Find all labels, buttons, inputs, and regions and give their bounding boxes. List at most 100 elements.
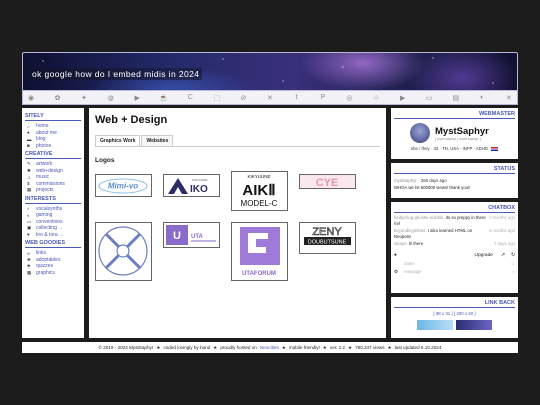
sidebar-section-title: SITELY bbox=[25, 113, 81, 121]
logo-uta-forum-text: UTAFORUM bbox=[242, 271, 276, 277]
svg-text:DOUBUTSUNE: DOUBUTSUNE bbox=[308, 240, 347, 246]
status-header: STATUS bbox=[394, 166, 515, 174]
name-input[interactable]: name bbox=[404, 261, 511, 266]
logo-mimi-vo-text: Mimi-vo bbox=[108, 182, 138, 191]
camera-icon: ◙ bbox=[27, 143, 30, 149]
logo-kikyuune-aiko-model-c[interactable]: KIKYUUNE AIKⅡ MODEL-C bbox=[231, 171, 288, 211]
sidebar-nav: SITELY ⌂ home ● about me ▬ blog ◙ photos CREATIVE… bbox=[22, 108, 84, 338]
d-icon[interactable]: ◐ bbox=[476, 93, 488, 103]
send-icon[interactable]: ○ bbox=[512, 269, 515, 274]
tab-websites[interactable]: Websites bbox=[141, 135, 174, 146]
logo-kikyuune-aiko[interactable]: IKO KIKYUUNE bbox=[163, 174, 220, 197]
logo-uta-forum[interactable]: UTAFORUM bbox=[231, 222, 288, 281]
linkback-sizes[interactable]: [ 88 x 31 ] [ 200 x 40 ] bbox=[394, 311, 515, 316]
tumblr-icon[interactable]: t bbox=[290, 93, 302, 103]
sidebar-item-label[interactable]: gaming bbox=[36, 212, 52, 218]
neocities-link[interactable]: Neocities bbox=[260, 345, 279, 350]
chat-time: 6 months ago bbox=[488, 228, 515, 233]
butterfly-icon[interactable]: ✿ bbox=[52, 93, 64, 103]
section-title-logos: Logos bbox=[95, 157, 115, 164]
button-88x31[interactable] bbox=[417, 320, 453, 330]
aiko-model-c-logo-image: KIKYUUNE AIKⅡ MODEL-C bbox=[241, 174, 278, 208]
logo-circle-emblem[interactable] bbox=[95, 222, 152, 281]
sidebar-item-label[interactable]: music bbox=[36, 174, 49, 180]
tv-icon[interactable]: ▭ bbox=[423, 93, 435, 103]
chat-time: 2 months ago bbox=[488, 215, 515, 220]
status-text: WHOA we hit 600000 views! thank you!! bbox=[394, 185, 471, 190]
x-icon[interactable]: ✕ bbox=[264, 93, 276, 103]
twitch-icon[interactable]: ▶ bbox=[131, 93, 143, 103]
svg-text:KIKYUUNE: KIKYUUNE bbox=[247, 174, 270, 179]
github-icon[interactable]: ◎ bbox=[344, 93, 356, 103]
gear-icon[interactable]: ⚙ bbox=[394, 269, 404, 275]
sidebar-item-label[interactable]: adoptables bbox=[36, 257, 60, 263]
x-close-icon[interactable]: ✕ bbox=[503, 93, 515, 103]
sidebar-item-label[interactable]: collecting → bbox=[36, 225, 63, 231]
sidebar-item-label[interactable]: quizzes bbox=[36, 263, 53, 269]
linkback-header: LINK BACK bbox=[394, 300, 515, 308]
sidebar-item-photos[interactable]: ◙ photos bbox=[25, 143, 81, 150]
logo-mimi-vo[interactable]: Mimi-vo bbox=[95, 174, 152, 197]
c-icon[interactable]: C bbox=[184, 93, 196, 103]
sidebar-item-label[interactable]: photos bbox=[36, 143, 51, 149]
webmaster-panel: WEBMASTER MystSaphyr [ myst saphyr | mys… bbox=[391, 108, 518, 159]
upgrade-button[interactable]: Upgrade bbox=[475, 253, 493, 258]
ticket-icon: ▭ bbox=[27, 218, 32, 224]
status-time: 266 days ago bbox=[420, 178, 447, 183]
circle-slash-icon[interactable]: ⊘ bbox=[237, 93, 249, 103]
message-input[interactable]: message bbox=[404, 269, 512, 274]
sidebar-item-label[interactable]: vocalsynths bbox=[36, 206, 62, 212]
sidebar-item-label[interactable]: blog bbox=[36, 136, 45, 142]
sidebar-item-label[interactable]: projects bbox=[36, 187, 54, 193]
kofi-icon[interactable]: ☕ bbox=[158, 93, 170, 103]
card-icon[interactable]: ▤ bbox=[450, 93, 462, 103]
youtube-icon[interactable]: ▶ bbox=[397, 93, 409, 103]
logo-cye[interactable]: CYE bbox=[299, 174, 356, 189]
star-icon: ★ bbox=[348, 344, 353, 350]
smiley-icon[interactable]: ☺ bbox=[511, 261, 515, 266]
sidebar-item-label[interactable]: artwork bbox=[36, 161, 52, 167]
webmaster-name: MystSaphyr bbox=[435, 125, 489, 137]
page-title: Web + Design bbox=[95, 114, 168, 126]
footer-hosted: proudly hosted on bbox=[220, 345, 257, 350]
p-icon[interactable]: P bbox=[317, 93, 329, 103]
sidebar-section-title: CREATIVE bbox=[25, 151, 81, 159]
sidebar-item-projects[interactable]: ▦ projects bbox=[25, 187, 81, 194]
mastodon-icon[interactable]: ◍ bbox=[105, 93, 117, 103]
zeny-doubutsune-logo-image: ZENY DOUBUTSUNE bbox=[304, 226, 351, 246]
chat-user: hedgehog-ghostie-wobble: bbox=[394, 215, 445, 220]
crop-icon[interactable]: ⬚ bbox=[211, 93, 223, 103]
webmaster-header: WEBMASTER bbox=[394, 111, 515, 119]
tab-graphics-work[interactable]: Graphics Work bbox=[95, 135, 141, 146]
svg-text:KIKYUUNE: KIKYUUNE bbox=[192, 178, 207, 182]
webmaster-meta: she / they · 33 · TN, USA · INFP · ADHD bbox=[411, 146, 488, 151]
home-icon[interactable]: ⌂ bbox=[370, 93, 382, 103]
star-icon: ★ bbox=[281, 344, 286, 350]
chat-time: 7 days ago bbox=[493, 241, 515, 246]
external-link-icon[interactable]: ⇗ bbox=[501, 253, 505, 258]
paw-icon: ❀ bbox=[27, 256, 31, 262]
sidebar-item-label[interactable]: kro & tora → bbox=[36, 232, 64, 238]
sidebar-item-graphics[interactable]: ▩ graphics bbox=[25, 270, 81, 277]
chat-message: 6 months ago beyondingletttos: I also lea… bbox=[394, 228, 515, 239]
sidebar-item-label[interactable]: conventions bbox=[36, 219, 63, 225]
reddit-icon[interactable]: ◉ bbox=[25, 93, 37, 103]
user-icon: ● bbox=[27, 130, 30, 136]
footer-updated: last updated 6.10.2024 bbox=[394, 345, 442, 350]
logo-zeny-doubutsune[interactable]: ZENY DOUBUTSUNE bbox=[299, 222, 356, 254]
butterfly-icon[interactable]: ✦ bbox=[78, 93, 90, 103]
chatbox-panel: CHATBOX 2 months ago hedgehog-ghostie-wob… bbox=[391, 202, 518, 293]
chat-message: 2 months ago hedgehog-ghostie-wobble: its… bbox=[394, 215, 515, 226]
sidebar-item-label[interactable]: web+design bbox=[36, 168, 63, 174]
svg-text:AIKⅡ: AIKⅡ bbox=[242, 182, 275, 199]
sidebar-item-label[interactable]: home bbox=[36, 123, 49, 129]
logo-uta-utaunion[interactable]: U UTA bbox=[163, 222, 220, 248]
sidebar-item-kro-tora[interactable]: ♥ kro & tora → bbox=[25, 232, 81, 239]
sidebar-item-label[interactable]: graphics bbox=[36, 270, 55, 276]
button-200x40[interactable] bbox=[456, 320, 492, 330]
sidebar-item-label[interactable]: about me bbox=[36, 130, 57, 136]
sidebar-item-label[interactable]: commissions bbox=[36, 181, 65, 187]
sidebar-item-label[interactable]: links bbox=[36, 250, 46, 256]
avatar bbox=[410, 123, 430, 143]
refresh-icon[interactable]: ↻ bbox=[511, 253, 515, 258]
